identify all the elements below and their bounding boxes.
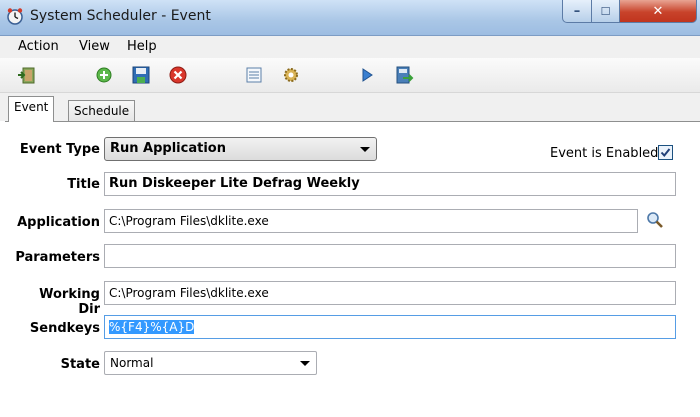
- chevron-down-icon: [300, 361, 310, 366]
- tab-strip: Event Schedule: [0, 93, 700, 122]
- exit-icon[interactable]: [17, 65, 37, 85]
- application-label: Application: [17, 215, 100, 230]
- title-field[interactable]: Run Diskeeper Lite Defrag Weekly: [104, 172, 676, 196]
- add-icon[interactable]: [94, 65, 114, 85]
- window-title: System Scheduler - Event: [30, 8, 211, 24]
- settings-gear-icon[interactable]: [281, 65, 301, 85]
- working-dir-field[interactable]: C:\Program Files\dklite.exe: [104, 281, 676, 305]
- sendkeys-field[interactable]: %{F4}%{A}D: [104, 315, 676, 339]
- maximize-button[interactable]: ☐: [591, 0, 620, 23]
- menu-help[interactable]: Help: [127, 39, 157, 54]
- checkmark-icon: [660, 148, 671, 158]
- app-window: System Scheduler - Event – ☐ ✕ Action Vi…: [0, 0, 700, 417]
- sendkeys-selected-text: %{F4}%{A}D: [109, 320, 195, 334]
- minimize-icon: –: [573, 3, 581, 19]
- chevron-down-icon: [360, 147, 370, 152]
- title-bar[interactable]: System Scheduler - Event – ☐ ✕: [0, 0, 700, 36]
- tab-event[interactable]: Event: [8, 96, 55, 122]
- maximize-icon: ☐: [600, 4, 611, 18]
- delete-icon[interactable]: [168, 65, 188, 85]
- list-icon[interactable]: [244, 65, 264, 85]
- save-icon[interactable]: [131, 65, 151, 85]
- state-dropdown[interactable]: Normal: [104, 351, 317, 375]
- state-value: Normal: [110, 356, 154, 370]
- export-icon[interactable]: [394, 65, 414, 85]
- event-enabled-label: Event is Enabled: [550, 146, 659, 161]
- clock-app-icon: [6, 7, 24, 25]
- tab-schedule[interactable]: Schedule: [68, 100, 136, 121]
- event-type-dropdown[interactable]: Run Application: [104, 137, 377, 161]
- menu-bar: Action View Help: [0, 36, 700, 58]
- sendkeys-label: Sendkeys: [29, 321, 100, 336]
- event-type-label: Event Type: [19, 142, 100, 157]
- parameters-label: Parameters: [15, 250, 100, 265]
- parameters-field[interactable]: [104, 244, 676, 268]
- toolbar: [0, 58, 700, 93]
- state-label: State: [60, 357, 100, 372]
- search-icon[interactable]: [645, 210, 665, 230]
- application-field[interactable]: C:\Program Files\dklite.exe: [104, 209, 638, 233]
- event-enabled-checkbox[interactable]: [658, 145, 673, 160]
- close-button[interactable]: ✕: [619, 0, 697, 23]
- close-icon: ✕: [652, 3, 664, 19]
- minimize-button[interactable]: –: [562, 0, 592, 23]
- run-play-icon[interactable]: [357, 65, 377, 85]
- working-dir-label: Working Dir: [39, 287, 100, 317]
- menu-view[interactable]: View: [79, 39, 110, 54]
- event-type-value: Run Application: [110, 141, 226, 156]
- title-label: Title: [67, 177, 100, 192]
- menu-action[interactable]: Action: [18, 39, 59, 54]
